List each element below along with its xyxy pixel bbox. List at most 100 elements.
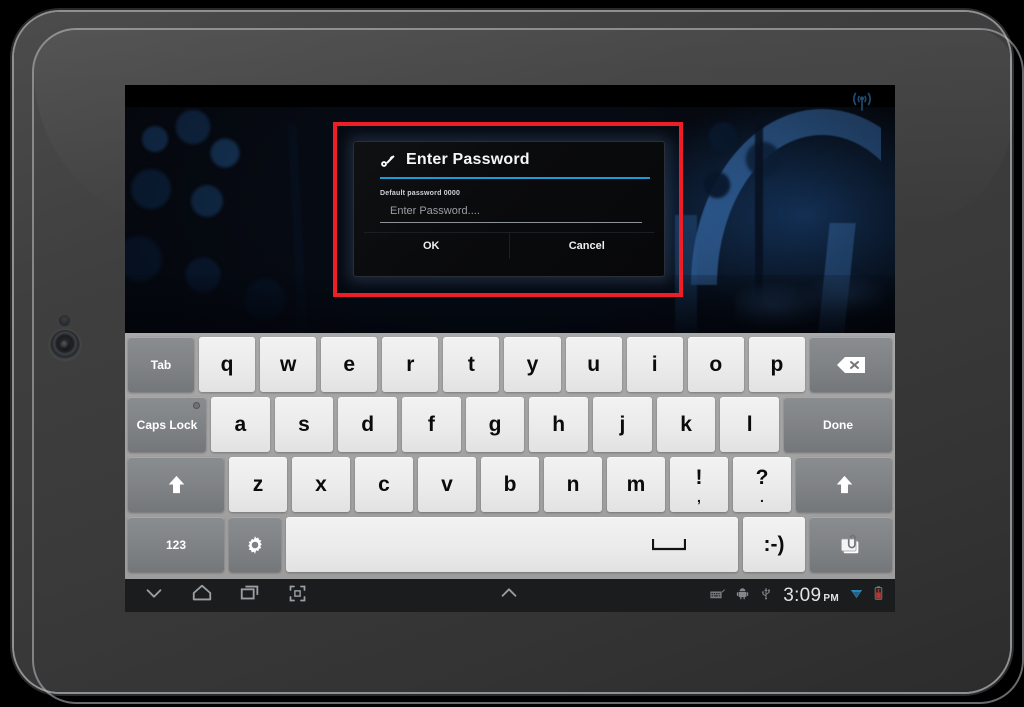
key-label: x: [315, 472, 327, 496]
onscreen-keyboard: Tab q w e r t y u i o p Caps Lock a s d f g h j k l Done z x c v b…: [125, 333, 895, 579]
caps-lock-led: [193, 402, 200, 409]
key-m[interactable]: m: [607, 457, 665, 512]
key-label: o: [709, 352, 723, 376]
key-label: d: [361, 412, 375, 436]
space-icon: [286, 538, 738, 551]
key-label: b: [503, 472, 517, 496]
keyboard-row-1: Tab q w e r t y u i o p: [128, 337, 892, 392]
usb-icon: [760, 586, 772, 605]
keyboard-row-3: z x c v b n m!,?.: [128, 457, 892, 512]
key-c[interactable]: c: [355, 457, 413, 512]
key-label: t: [467, 352, 475, 376]
key-secondary-label: ,: [697, 489, 701, 505]
key-label: q: [220, 352, 234, 376]
key-label: c: [378, 472, 390, 496]
keyboard-status-icon: [710, 587, 726, 605]
key-label: e: [343, 352, 356, 376]
key-f[interactable]: f: [402, 397, 461, 452]
navbar-center-group: [308, 582, 710, 609]
wifi-signal-icon: [850, 587, 863, 605]
key-label: k: [680, 412, 692, 436]
key-label: Tab: [150, 357, 172, 372]
key-label: u: [587, 352, 601, 376]
key-label: r: [406, 352, 415, 376]
key-v[interactable]: v: [418, 457, 476, 512]
navbar-status-group: 3:09 PM: [710, 585, 895, 607]
key-label: 123: [165, 537, 187, 552]
key-exclamation-comma[interactable]: !,: [670, 457, 728, 512]
screenshot-stage: Enter Password Default password 0000 OK …: [0, 0, 1024, 707]
key-label: Done: [823, 417, 854, 432]
battery-low-icon: [874, 586, 883, 605]
key-label: p: [770, 352, 784, 376]
gear-icon: [243, 533, 267, 557]
key-s[interactable]: s: [274, 397, 334, 452]
ambient-light-sensor: [59, 315, 70, 326]
shift-arrow-icon: [835, 474, 854, 495]
key-done[interactable]: Done: [784, 397, 893, 452]
key-label: l: [746, 412, 753, 436]
key-i[interactable]: i: [626, 337, 683, 392]
key-label: y: [526, 352, 539, 376]
key-o[interactable]: o: [687, 337, 744, 392]
navbar-left-group: [125, 582, 308, 609]
key-secondary-label: .: [760, 489, 764, 505]
key-caps-lock[interactable]: Caps Lock: [128, 397, 206, 452]
key-r[interactable]: r: [382, 337, 439, 392]
key-e[interactable]: e: [321, 337, 378, 392]
key-label: g: [488, 412, 502, 436]
key-x[interactable]: x: [292, 457, 350, 512]
key-tab[interactable]: Tab: [128, 337, 194, 392]
key-question-period[interactable]: ?.: [733, 457, 791, 512]
recent-apps-icon[interactable]: [239, 582, 261, 609]
key-label: m: [626, 472, 646, 496]
chevron-down-icon[interactable]: [143, 582, 165, 609]
key-label: a: [234, 412, 247, 436]
key-h[interactable]: h: [529, 397, 589, 452]
key-backspace[interactable]: [809, 337, 892, 392]
key-q[interactable]: q: [199, 337, 256, 392]
key-d[interactable]: d: [338, 397, 398, 452]
key-g[interactable]: g: [465, 397, 525, 452]
key-label: !: [695, 465, 703, 489]
key-l[interactable]: l: [720, 397, 780, 452]
key-p[interactable]: p: [748, 337, 805, 392]
key-label: n: [566, 472, 580, 496]
key-k[interactable]: k: [656, 397, 716, 452]
key-numbers[interactable]: 123: [128, 517, 224, 572]
status-clock: 3:09 PM: [783, 585, 839, 607]
key-label: ?: [755, 465, 769, 489]
key-u[interactable]: u: [565, 337, 622, 392]
fullscreen-icon[interactable]: [287, 583, 308, 609]
key-y[interactable]: y: [504, 337, 561, 392]
key-emoticon[interactable]: :-): [743, 517, 805, 572]
chevron-up-icon[interactable]: [498, 582, 520, 609]
backspace-icon: [836, 356, 866, 374]
key-j[interactable]: j: [593, 397, 652, 452]
shift-arrow-icon: [167, 474, 186, 495]
key-label: z: [252, 472, 264, 496]
key-label: h: [552, 412, 566, 436]
key-space[interactable]: [286, 517, 738, 572]
key-label: Caps Lock: [136, 417, 198, 432]
key-shift-right[interactable]: [796, 457, 892, 512]
key-t[interactable]: t: [443, 337, 500, 392]
key-n[interactable]: n: [544, 457, 602, 512]
key-settings[interactable]: [229, 517, 281, 572]
keyboard-row-2: Caps Lock a s d f g h j k l Done: [128, 397, 893, 452]
android-debug-icon: [736, 587, 749, 605]
key-label: v: [441, 472, 453, 496]
clock-ampm: PM: [823, 592, 839, 604]
key-z[interactable]: z: [229, 457, 287, 512]
home-icon[interactable]: [191, 582, 213, 609]
key-w[interactable]: w: [260, 337, 317, 392]
key-label: i: [651, 352, 658, 376]
key-label: w: [279, 352, 297, 376]
key-attachment[interactable]: [810, 517, 892, 572]
key-label: f: [427, 412, 435, 436]
tablet-screen: Enter Password Default password 0000 OK …: [125, 85, 895, 612]
wifi-broadcast-icon: [845, 87, 879, 111]
key-shift-left[interactable]: [128, 457, 224, 512]
key-a[interactable]: a: [211, 397, 270, 452]
key-b[interactable]: b: [481, 457, 539, 512]
